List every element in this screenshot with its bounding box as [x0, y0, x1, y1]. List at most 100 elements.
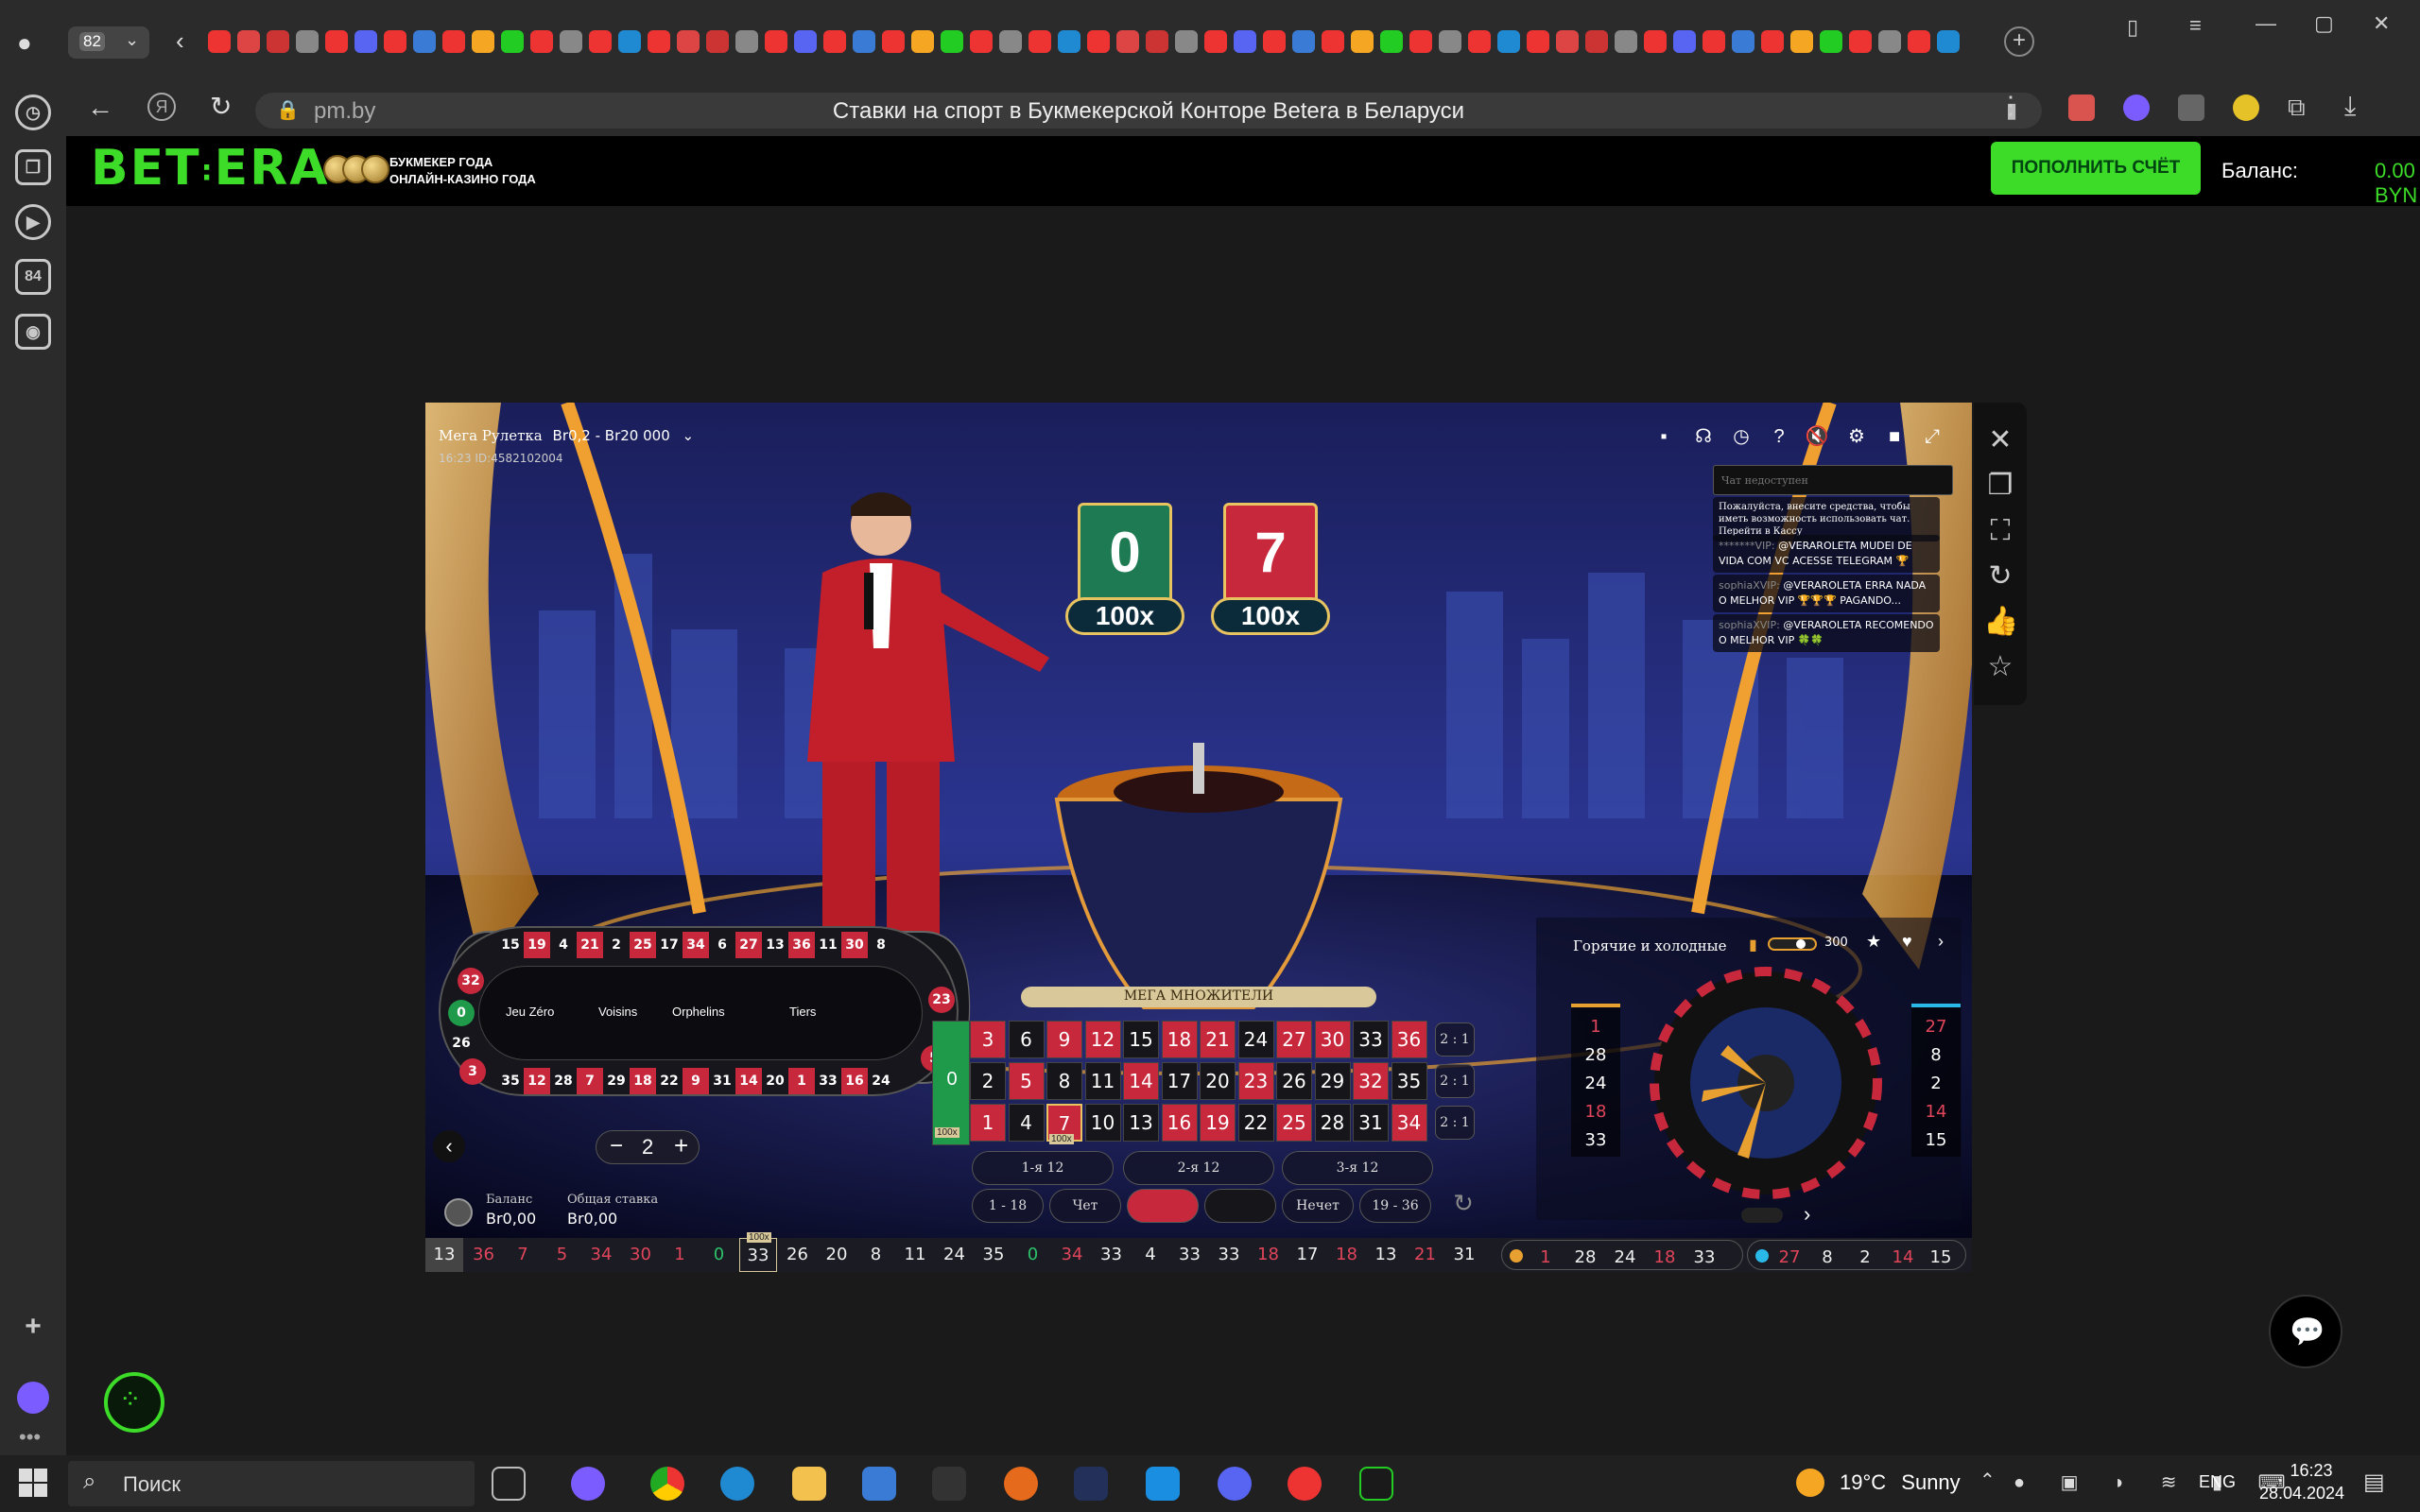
- tab-favicon-icon[interactable]: [501, 30, 524, 53]
- rail-badge[interactable]: 84: [15, 259, 51, 295]
- windows-start-icon[interactable]: [19, 1469, 47, 1497]
- column-bet-3[interactable]: 2 : 1: [1435, 1106, 1475, 1140]
- discord-icon[interactable]: [1218, 1467, 1252, 1501]
- race-number[interactable]: 18: [630, 1068, 656, 1094]
- pycharm-icon[interactable]: [1359, 1467, 1393, 1501]
- support-icon[interactable]: ☊: [1690, 423, 1717, 450]
- gear-icon[interactable]: ⚙: [1843, 423, 1870, 450]
- race-number[interactable]: 23: [928, 987, 955, 1013]
- section-orphelins[interactable]: Orphelins: [672, 1005, 725, 1019]
- fullscreen-icon[interactable]: ⤢: [1919, 423, 1945, 450]
- tabs-back-icon[interactable]: ‹: [176, 26, 184, 56]
- race-number[interactable]: 17: [656, 932, 683, 958]
- tab-favicon-icon[interactable]: [1146, 30, 1168, 53]
- race-number[interactable]: 11: [815, 932, 841, 958]
- tab-favicon-icon[interactable]: [1820, 30, 1842, 53]
- more-icon[interactable]: •••: [19, 1425, 41, 1450]
- number-cell[interactable]: 35: [1391, 1062, 1427, 1100]
- betera-logo[interactable]: BET:ERA: [91, 140, 329, 197]
- copy-window-icon[interactable]: ❐: [1983, 469, 2017, 503]
- alice-app-icon[interactable]: [571, 1467, 605, 1501]
- race-number[interactable]: 0: [448, 1000, 475, 1026]
- tab-favicon-icon[interactable]: [677, 30, 700, 53]
- clock-date[interactable]: 28.04.2024: [2250, 1484, 2354, 1503]
- number-cell[interactable]: 26: [1276, 1062, 1312, 1100]
- taskbar-search[interactable]: ⌕ Поиск: [68, 1461, 475, 1506]
- number-cell[interactable]: 17: [1161, 1062, 1198, 1100]
- refresh-icon[interactable]: ↻: [1983, 559, 2017, 593]
- race-number[interactable]: 6: [709, 932, 735, 958]
- repeat-bet-icon[interactable]: ↻: [1446, 1189, 1480, 1223]
- race-number[interactable]: 14: [735, 1068, 762, 1094]
- store-icon[interactable]: [862, 1467, 896, 1501]
- dozen-bet-3[interactable]: 3-я 12: [1282, 1151, 1433, 1185]
- chat-input[interactable]: [1713, 465, 1953, 495]
- race-number[interactable]: 4: [550, 932, 577, 958]
- tab-favicon-icon[interactable]: [472, 30, 494, 53]
- stats-slider[interactable]: [1768, 937, 1817, 951]
- tab-favicon-icon[interactable]: [1497, 30, 1520, 53]
- mute-icon[interactable]: 🔇: [1804, 423, 1830, 450]
- tab-favicon-icon[interactable]: [208, 30, 231, 53]
- more-vert-icon[interactable]: ⋮: [1998, 91, 2023, 120]
- number-cell[interactable]: 11: [1084, 1062, 1121, 1100]
- tab-favicon-icon[interactable]: [1790, 30, 1813, 53]
- close-icon[interactable]: ✕: [1983, 423, 2017, 457]
- tab-favicon-icon[interactable]: [325, 30, 348, 53]
- number-cell[interactable]: 14: [1123, 1062, 1159, 1100]
- tab-favicon-icon[interactable]: [384, 30, 406, 53]
- tab-favicon-icon[interactable]: [1703, 30, 1725, 53]
- thumbs-up-icon[interactable]: 👍: [1983, 605, 2018, 639]
- tab-favicon-icon[interactable]: [1409, 30, 1432, 53]
- number-cell[interactable]: 15: [1123, 1021, 1159, 1058]
- race-number[interactable]: 25: [630, 932, 656, 958]
- tab-favicon-icon[interactable]: [1615, 30, 1637, 53]
- tab-favicon-icon[interactable]: [1878, 30, 1901, 53]
- number-cell[interactable]: 23: [1237, 1062, 1274, 1100]
- race-number[interactable]: 16: [841, 1068, 868, 1094]
- race-number[interactable]: 28: [550, 1068, 577, 1094]
- number-cell[interactable]: 18: [1161, 1021, 1198, 1058]
- number-cell[interactable]: 6: [1008, 1021, 1045, 1058]
- tab-favicon-icon[interactable]: [1527, 30, 1549, 53]
- tab-favicon-icon[interactable]: [1175, 30, 1198, 53]
- tab-favicon-icon[interactable]: [1673, 30, 1696, 53]
- race-number[interactable]: 1: [788, 1068, 815, 1094]
- column-bet-1[interactable]: 2 : 1: [1435, 1022, 1475, 1057]
- race-number[interactable]: 3: [459, 1058, 486, 1085]
- support-chat-button[interactable]: 💬: [2269, 1295, 2342, 1368]
- wheel-pager[interactable]: [1741, 1208, 1783, 1223]
- history-icon[interactable]: ◷: [1728, 423, 1754, 450]
- tab-favicon-icon[interactable]: [911, 30, 934, 53]
- tab-favicon-icon[interactable]: [1556, 30, 1579, 53]
- tab-favicon-icon[interactable]: [882, 30, 905, 53]
- section-voisins[interactable]: Voisins: [598, 1005, 637, 1019]
- race-number[interactable]: 36: [788, 932, 815, 958]
- tab-favicon-icon[interactable]: [618, 30, 641, 53]
- tab-favicon-icon[interactable]: [1292, 30, 1315, 53]
- number-cell[interactable]: 10: [1084, 1104, 1121, 1142]
- deposit-button[interactable]: ПОПОЛНИТЬ СЧЁТ: [1991, 142, 2201, 195]
- screenshot-icon[interactable]: ◉: [15, 314, 51, 350]
- tab-favicon-icon[interactable]: [999, 30, 1022, 53]
- number-cell[interactable]: 31: [1353, 1104, 1389, 1142]
- race-number[interactable]: 8: [868, 932, 894, 958]
- race-number[interactable]: 7: [577, 1068, 603, 1094]
- tab-favicon-icon[interactable]: [1058, 30, 1080, 53]
- race-number[interactable]: 13: [762, 932, 788, 958]
- video-icon[interactable]: ▶: [15, 204, 51, 240]
- race-number[interactable]: 19: [524, 932, 550, 958]
- tab-favicon-icon[interactable]: [1380, 30, 1403, 53]
- reload-icon[interactable]: ↻: [210, 91, 232, 122]
- extension-icon-4[interactable]: [2233, 94, 2259, 121]
- race-number[interactable]: 2: [603, 932, 630, 958]
- edge-icon[interactable]: [720, 1467, 754, 1501]
- favorite-star-icon[interactable]: ☆: [1983, 650, 2017, 684]
- tab-favicon-icon[interactable]: [413, 30, 436, 53]
- number-cell[interactable]: 16: [1161, 1104, 1198, 1142]
- tab-favicon-icon[interactable]: [853, 30, 875, 53]
- tab-favicon-icon[interactable]: [1585, 30, 1608, 53]
- number-cell[interactable]: 20: [1200, 1062, 1236, 1100]
- tab-favicon-icon[interactable]: [823, 30, 846, 53]
- number-cell[interactable]: 13: [1123, 1104, 1159, 1142]
